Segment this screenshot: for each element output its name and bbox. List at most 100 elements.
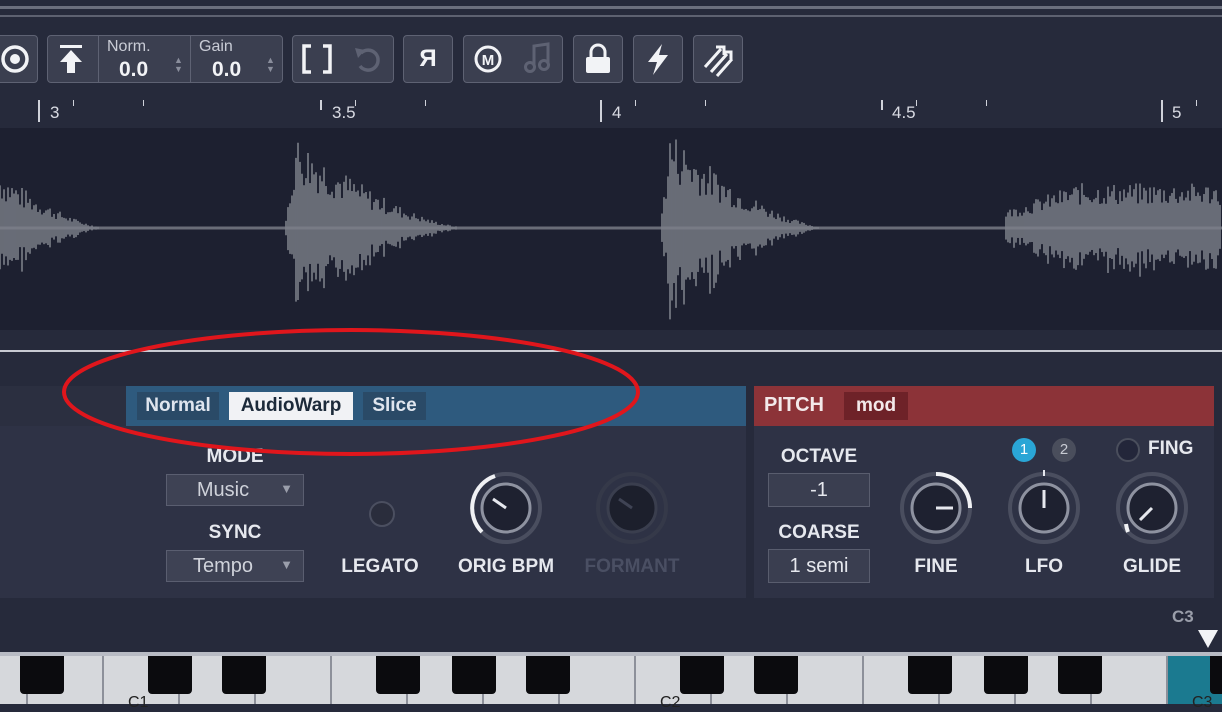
ruler-minor-tick: [143, 100, 144, 106]
fing-toggle[interactable]: [1116, 438, 1140, 462]
octave-value[interactable]: -1: [768, 473, 870, 507]
ruler-label: 4.5: [892, 103, 916, 122]
sync-dropdown[interactable]: Tempo ▼: [166, 550, 304, 582]
ruler-label: 4: [612, 103, 622, 122]
piano-white-key[interactable]: [1092, 656, 1168, 704]
coarse-value[interactable]: 1 semi: [768, 549, 870, 583]
tab-normal[interactable]: Normal: [137, 392, 219, 420]
piano-white-key[interactable]: [256, 656, 332, 704]
key-label-c2: C2: [660, 694, 681, 711]
coarse-label: COARSE: [778, 522, 860, 543]
tab-slice[interactable]: Slice: [363, 392, 426, 420]
ruler-minor-tick: [705, 100, 706, 106]
lock-button[interactable]: [573, 35, 623, 83]
top-strip: [0, 0, 1222, 22]
octave-label: OCTAVE: [780, 446, 858, 467]
keyboard-bar: [0, 600, 1222, 654]
lightning-icon: [648, 44, 668, 75]
lfo-label: LFO: [1025, 556, 1063, 577]
waveform-display[interactable]: [0, 128, 1222, 330]
ruler-minor-tick: [425, 100, 426, 106]
piano-black-key[interactable]: [452, 656, 496, 694]
piano-black-key[interactable]: [526, 656, 570, 694]
tab-audiowarp[interactable]: AudioWarp: [229, 392, 353, 420]
lfo-knob[interactable]: [1004, 468, 1084, 548]
ruler-label: 3.5: [332, 103, 356, 122]
mode-value: Music: [196, 479, 250, 501]
fine-label: FINE: [914, 556, 958, 577]
panel-header-left: [0, 386, 126, 426]
lfo-2-button[interactable]: 2: [1052, 438, 1076, 462]
record-icon: [1, 45, 29, 73]
gain-label: Gain: [199, 38, 233, 55]
norm-label: Norm.: [107, 38, 151, 55]
norm-spinner[interactable]: ▲ ▼: [174, 56, 183, 74]
play-start-icon[interactable]: [48, 36, 94, 82]
loop-undo-group: [292, 35, 394, 83]
undo-icon[interactable]: [343, 36, 393, 82]
piano-black-key[interactable]: [148, 656, 192, 694]
lfo-1-button[interactable]: 1: [1012, 438, 1036, 462]
legato-toggle[interactable]: [368, 500, 396, 528]
tempo-arrows-icon: [703, 45, 734, 77]
reverse-button[interactable]: Я: [403, 35, 453, 83]
c3-marker-label: C3: [1172, 607, 1194, 626]
tempo-button[interactable]: [693, 35, 743, 83]
piano-black-key[interactable]: [1058, 656, 1102, 694]
svg-text:M: M: [482, 52, 495, 69]
reverse-icon: Я: [419, 45, 437, 72]
glide-knob[interactable]: [1112, 468, 1192, 548]
ruler-label: 5: [1172, 103, 1182, 122]
lock-icon: [586, 43, 610, 73]
mode-label: MODE: [206, 446, 264, 467]
gain-value[interactable]: 0.0: [212, 58, 241, 82]
sync-value: Tempo: [192, 555, 254, 577]
norm-gain-group: Norm. 0.0 ▲ ▼ Gain 0.0 ▲ ▼: [47, 35, 283, 83]
fing-label: FING: [1148, 438, 1194, 459]
pitch-title: PITCH: [764, 394, 824, 416]
mode-tabs-header: [126, 386, 746, 426]
piano-black-key[interactable]: [1210, 656, 1222, 694]
piano-black-key[interactable]: [754, 656, 798, 694]
ruler-minor-tick: [1196, 100, 1197, 106]
formant-knob: [596, 472, 668, 544]
ruler-label: 3: [50, 103, 60, 122]
piano-black-key[interactable]: [222, 656, 266, 694]
key-label-c1: C1: [128, 694, 149, 711]
chevron-down-icon: ▼: [280, 557, 293, 572]
ruler-minor-tick: [635, 100, 636, 106]
root-key-marker-icon[interactable]: [1198, 630, 1218, 648]
piano-white-key[interactable]: [788, 656, 864, 704]
legato-label: LEGATO: [341, 556, 419, 577]
record-button[interactable]: [0, 35, 38, 83]
ruler-minor-tick: [73, 100, 74, 106]
orig-bpm-knob[interactable]: [466, 468, 546, 548]
chevron-down-icon: ▼: [280, 481, 293, 496]
key-label-c3: C3: [1192, 694, 1213, 711]
piano-black-key[interactable]: [20, 656, 64, 694]
gain-spinner[interactable]: ▲ ▼: [266, 56, 275, 74]
ruler-minor-tick: [986, 100, 987, 106]
mode-dropdown[interactable]: Music ▼: [166, 474, 304, 506]
timeline-ruler[interactable]: [0, 98, 1222, 128]
piano-black-key[interactable]: [680, 656, 724, 694]
piano-black-key[interactable]: [908, 656, 952, 694]
music-note-icon[interactable]: [512, 36, 562, 82]
ruler-minor-tick: [355, 100, 356, 106]
waveform: [0, 139, 1222, 320]
piano-black-key[interactable]: [376, 656, 420, 694]
orig-bpm-label: ORIG BPM: [457, 556, 555, 577]
fine-knob[interactable]: [896, 468, 976, 548]
formant-label: FORMANT: [584, 556, 680, 577]
mod-button[interactable]: mod: [844, 392, 908, 420]
loop-brackets-icon[interactable]: [293, 36, 343, 82]
piano-white-key[interactable]: [560, 656, 636, 704]
norm-value[interactable]: 0.0: [119, 58, 148, 82]
sync-label: SYNC: [208, 522, 262, 543]
piano-black-key[interactable]: [984, 656, 1028, 694]
lightning-button[interactable]: [633, 35, 683, 83]
ruler-minor-tick: [916, 100, 917, 106]
glide-label: GLIDE: [1122, 556, 1182, 577]
midi-group: M: [463, 35, 563, 83]
midi-m-icon[interactable]: M: [464, 36, 512, 82]
